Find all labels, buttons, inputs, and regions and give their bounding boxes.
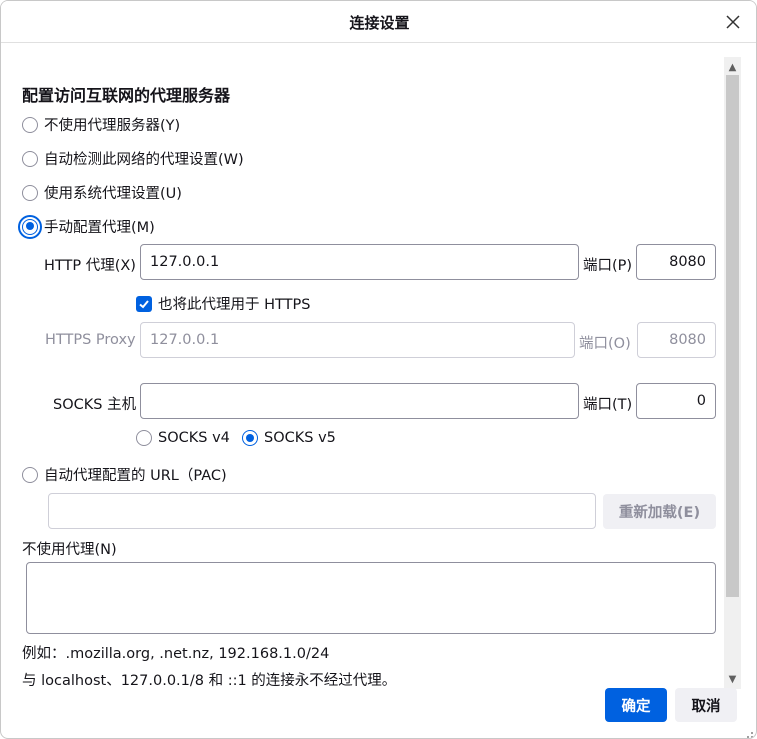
radio-auto-detect-label: 自动检测此网络的代理设置(W) xyxy=(44,152,244,168)
close-button[interactable] xyxy=(718,7,748,37)
radio-button[interactable] xyxy=(22,184,38,201)
also-https-checkbox-row[interactable]: 也将此代理用于 HTTPS xyxy=(136,293,310,314)
radio-button[interactable] xyxy=(22,150,38,167)
connection-settings-dialog: 连接设置 配置访问互联网的代理服务器 不使用代理服务器(Y) 自动检测此网络的代… xyxy=(0,0,757,739)
radio-button-selected[interactable] xyxy=(18,214,42,239)
socks-v4-label: SOCKS v4 xyxy=(158,430,230,446)
radio-pac-label: 自动代理配置的 URL（PAC) xyxy=(44,468,227,484)
scroll-down-arrow-icon[interactable]: ▼ xyxy=(724,671,741,687)
dialog-titlebar: 连接设置 xyxy=(1,1,756,43)
scrollbar-thumb[interactable] xyxy=(726,75,739,597)
radio-button[interactable] xyxy=(22,466,38,483)
also-https-label: 也将此代理用于 HTTPS xyxy=(158,297,311,313)
radio-auto-detect[interactable]: 自动检测此网络的代理设置(W) xyxy=(22,148,244,169)
https-port-input: 8080 xyxy=(637,322,716,358)
http-port-label: 端口(P) xyxy=(583,258,633,274)
socks-host-input[interactable] xyxy=(140,383,579,419)
pac-url-input[interactable] xyxy=(48,493,596,529)
checkbox-checked[interactable] xyxy=(136,295,152,312)
http-proxy-input[interactable]: 127.0.0.1 xyxy=(140,244,579,280)
http-proxy-label: HTTP 代理(X) xyxy=(44,258,136,274)
dialog-title: 连接设置 xyxy=(349,14,410,32)
http-port-input[interactable]: 8080 xyxy=(636,244,716,280)
socks-port-input[interactable]: 0 xyxy=(636,383,716,419)
no-proxy-for-label: 不使用代理(N) xyxy=(22,542,117,558)
radio-manual-proxy[interactable]: 手动配置代理(M) xyxy=(18,214,155,239)
radio-button[interactable] xyxy=(136,430,152,446)
radio-button-selected[interactable] xyxy=(242,430,258,446)
socks-v5-label: SOCKS v5 xyxy=(264,430,336,446)
check-icon xyxy=(139,299,149,308)
no-proxy-for-textarea[interactable] xyxy=(26,562,716,634)
radio-system-proxy[interactable]: 使用系统代理设置(U) xyxy=(22,182,182,203)
scrollbar[interactable]: ▲ ▼ xyxy=(724,57,741,689)
socks-port-label: 端口(T) xyxy=(583,397,633,413)
radio-pac[interactable]: 自动代理配置的 URL（PAC) xyxy=(22,464,227,485)
radio-no-proxy-label: 不使用代理服务器(Y) xyxy=(44,118,181,134)
example-hint: 例如：.mozilla.org, .net.nz, 192.168.1.0/24 xyxy=(22,646,330,662)
section-title: 配置访问互联网的代理服务器 xyxy=(22,86,231,105)
radio-system-proxy-label: 使用系统代理设置(U) xyxy=(44,186,182,202)
https-proxy-label: HTTPS Proxy xyxy=(45,332,136,348)
close-icon xyxy=(726,15,740,29)
resize-grip-icon[interactable] xyxy=(742,727,754,738)
socks-host-label: SOCKS 主机 xyxy=(53,397,137,413)
localhost-hint: 与 localhost、127.0.0.1/8 和 ::1 的连接永不经过代理。 xyxy=(22,673,397,689)
radio-no-proxy[interactable]: 不使用代理服务器(Y) xyxy=(22,114,180,135)
radio-button[interactable] xyxy=(22,116,38,133)
reload-button[interactable]: 重新加载(E) xyxy=(603,494,716,529)
cancel-button[interactable]: 取消 xyxy=(675,688,737,722)
https-proxy-input: 127.0.0.1 xyxy=(140,322,575,358)
ok-button[interactable]: 确定 xyxy=(605,688,667,722)
radio-socks-v5[interactable]: SOCKS v5 xyxy=(242,430,336,446)
radio-socks-v4[interactable]: SOCKS v4 xyxy=(136,430,230,446)
radio-manual-proxy-label: 手动配置代理(M) xyxy=(44,220,155,236)
scroll-up-arrow-icon[interactable]: ▲ xyxy=(724,59,741,75)
https-port-label: 端口(O) xyxy=(579,336,631,352)
